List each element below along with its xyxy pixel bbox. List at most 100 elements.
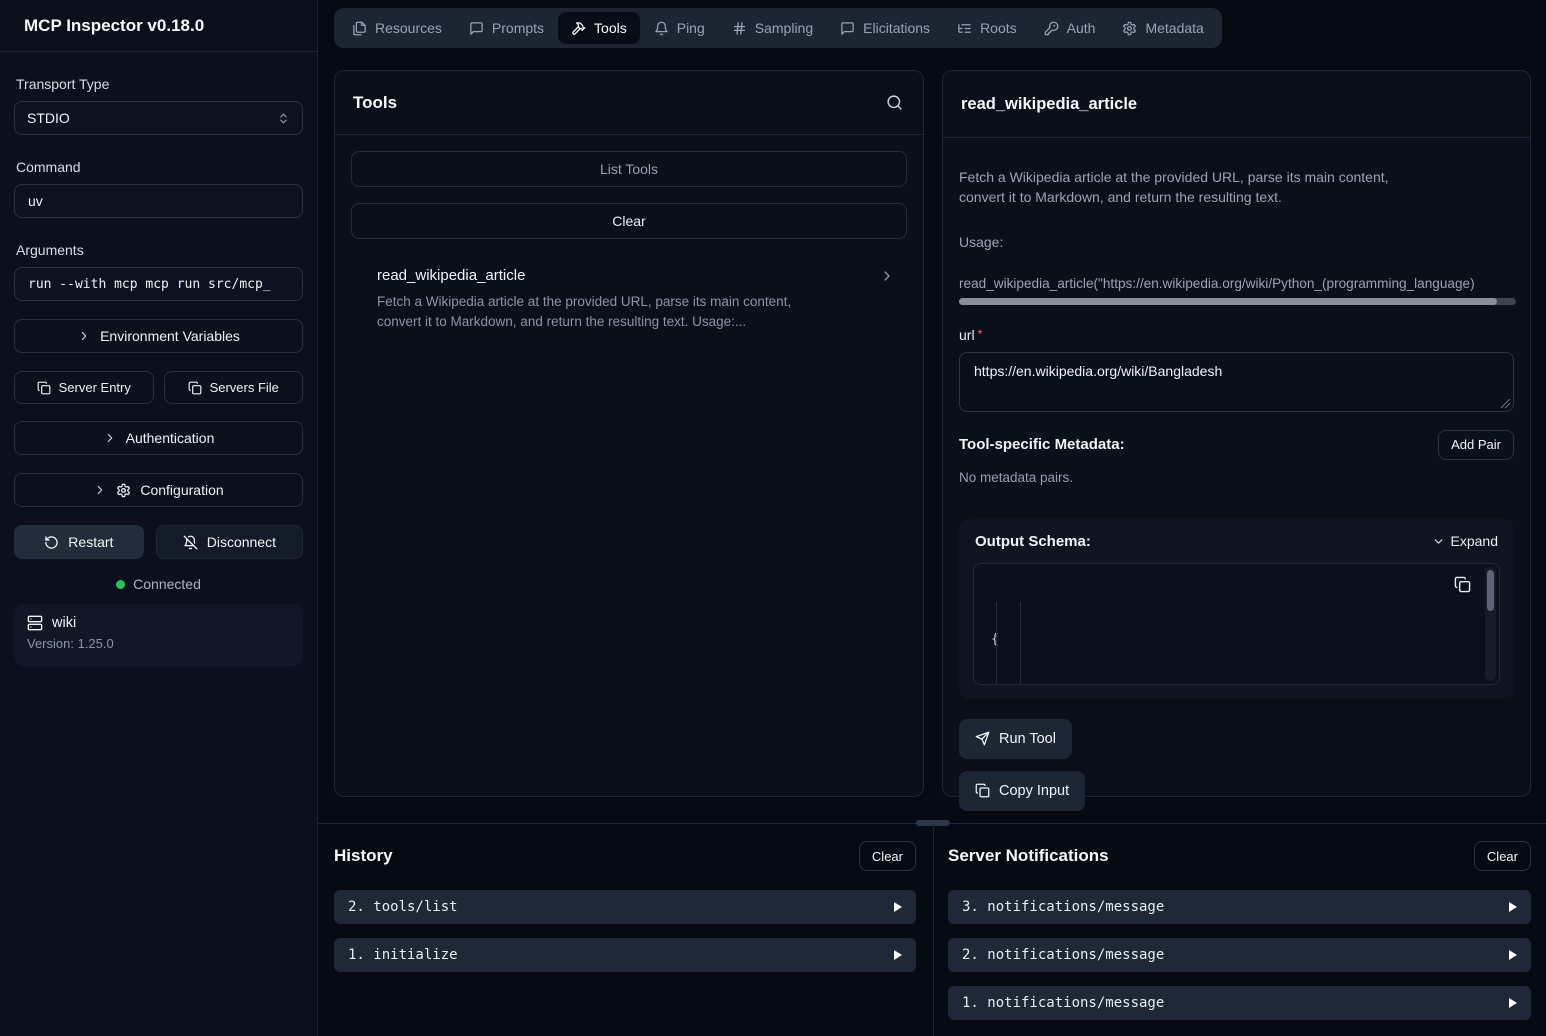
environment-variables-button[interactable]: Environment Variables: [14, 319, 303, 353]
schema-code-block: { type: "object" properties: { result: {…: [973, 563, 1500, 685]
chevron-right-icon: [103, 431, 117, 445]
restart-icon: [44, 535, 59, 550]
clear-tools-button[interactable]: Clear: [351, 203, 907, 239]
hash-icon: [732, 21, 747, 36]
tool-description: Fetch a Wikipedia article at the provide…: [377, 292, 839, 333]
command-input[interactable]: [14, 184, 303, 218]
detail-title: read_wikipedia_article: [961, 95, 1137, 114]
list-tree-icon: [957, 21, 972, 36]
required-marker: *: [978, 327, 983, 341]
command-label: Command: [16, 159, 301, 175]
url-input[interactable]: https://en.wikipedia.org/wiki/Bangladesh: [959, 352, 1514, 412]
transport-type-select[interactable]: STDIO: [14, 101, 303, 135]
notification-row[interactable]: 2. notifications/message: [948, 938, 1531, 972]
tab-auth[interactable]: Auth: [1031, 12, 1109, 44]
chevron-right-icon: [93, 483, 107, 497]
expand-schema-button[interactable]: Expand: [1432, 533, 1498, 549]
copy-icon: [37, 381, 51, 395]
configuration-button[interactable]: Configuration: [14, 473, 303, 507]
server-name: wiki: [52, 615, 76, 631]
tool-list-item[interactable]: read_wikipedia_article Fetch a Wikipedia…: [351, 267, 907, 333]
hammer-icon: [571, 21, 586, 36]
gear-icon: [1122, 21, 1137, 36]
history-panel: History Clear 2. tools/list 1. initializ…: [334, 840, 916, 986]
restart-button[interactable]: Restart: [14, 525, 144, 559]
search-icon[interactable]: [884, 92, 905, 113]
run-tool-button[interactable]: Run Tool: [959, 719, 1072, 759]
tab-resources[interactable]: Resources: [339, 12, 455, 44]
detail-description: Fetch a Wikipedia article at the provide…: [959, 167, 1429, 208]
list-tools-button[interactable]: List Tools: [351, 151, 907, 187]
clear-notifications-button[interactable]: Clear: [1474, 841, 1531, 871]
tools-panel: Tools List Tools Clear read_wikipedia_ar…: [334, 70, 924, 797]
history-row[interactable]: 2. tools/list: [334, 890, 916, 924]
indent-guide: [1020, 602, 1021, 684]
usage-code: read_wikipedia_article("https://en.wikip…: [959, 276, 1516, 291]
tools-panel-title: Tools: [353, 93, 397, 113]
tab-ping[interactable]: Ping: [641, 12, 718, 44]
vertical-scrollbar[interactable]: [1485, 567, 1496, 681]
play-icon: [894, 950, 902, 960]
notifications-title: Server Notifications: [948, 846, 1109, 866]
tab-metadata[interactable]: Metadata: [1109, 12, 1216, 44]
history-title: History: [334, 846, 393, 866]
clear-history-button[interactable]: Clear: [859, 841, 916, 871]
play-icon: [894, 902, 902, 912]
play-icon: [1509, 902, 1517, 912]
app-title: MCP Inspector v0.18.0: [0, 0, 317, 52]
server-card: wiki Version: 1.25.0: [14, 604, 303, 666]
tool-name: read_wikipedia_article: [377, 267, 525, 284]
code-line: {: [991, 627, 1459, 652]
connection-status: Connected: [14, 576, 303, 592]
main-tabbar: Resources Prompts Tools Ping Sampling El…: [334, 8, 1222, 48]
chevron-right-icon: [77, 329, 91, 343]
tab-prompts[interactable]: Prompts: [456, 12, 557, 44]
servers-file-button[interactable]: Servers File: [164, 371, 304, 404]
arguments-label: Arguments: [16, 242, 301, 258]
arguments-input[interactable]: [14, 267, 303, 301]
url-field-label: url: [959, 327, 975, 343]
notification-row[interactable]: 1. notifications/message: [948, 986, 1531, 1020]
output-schema-label: Output Schema:: [975, 533, 1091, 550]
key-icon: [1044, 21, 1059, 36]
gear-icon: [116, 483, 131, 498]
tab-roots[interactable]: Roots: [944, 12, 1030, 44]
bell-off-icon: [183, 535, 198, 550]
play-icon: [1509, 998, 1517, 1008]
history-row[interactable]: 1. initialize: [334, 938, 916, 972]
usage-label: Usage:: [959, 234, 1514, 250]
disconnect-button[interactable]: Disconnect: [156, 525, 303, 559]
server-entry-button[interactable]: Server Entry: [14, 371, 154, 404]
copy-input-button[interactable]: Copy Input: [959, 771, 1085, 811]
server-notifications-panel: Server Notifications Clear 3. notificati…: [948, 840, 1531, 1034]
no-metadata-text: No metadata pairs.: [959, 470, 1514, 485]
copy-icon: [975, 783, 990, 798]
add-pair-button[interactable]: Add Pair: [1438, 430, 1514, 460]
transport-type-value: STDIO: [27, 110, 70, 126]
tab-elicitations[interactable]: Elicitations: [827, 12, 943, 44]
copy-icon: [188, 381, 202, 395]
vertical-split-divider: [933, 824, 934, 1036]
authentication-button[interactable]: Authentication: [14, 421, 303, 455]
chevron-right-icon: [879, 268, 895, 284]
server-version: Version: 1.25.0: [27, 636, 290, 651]
chevron-down-icon: [1432, 535, 1445, 548]
metadata-label: Tool-specific Metadata:: [959, 436, 1125, 453]
sidebar: MCP Inspector v0.18.0 Transport Type STD…: [0, 0, 318, 1036]
horizontal-scrollbar[interactable]: [959, 298, 1516, 305]
tab-sampling[interactable]: Sampling: [719, 12, 826, 44]
tab-tools[interactable]: Tools: [558, 12, 640, 44]
message-square-icon: [840, 21, 855, 36]
notification-row[interactable]: 3. notifications/message: [948, 890, 1531, 924]
chevrons-up-down-icon: [277, 112, 290, 125]
files-icon: [352, 21, 367, 36]
play-icon: [1509, 950, 1517, 960]
output-schema-card: Output Schema: Expand { type: "object" p…: [959, 519, 1514, 699]
transport-type-label: Transport Type: [16, 76, 301, 92]
indent-guide: [996, 602, 997, 684]
server-icon: [27, 615, 43, 631]
bell-icon: [654, 21, 669, 36]
tool-detail-panel: read_wikipedia_article Fetch a Wikipedia…: [942, 70, 1531, 797]
copy-schema-icon[interactable]: [1454, 576, 1471, 593]
status-dot: [116, 580, 125, 589]
